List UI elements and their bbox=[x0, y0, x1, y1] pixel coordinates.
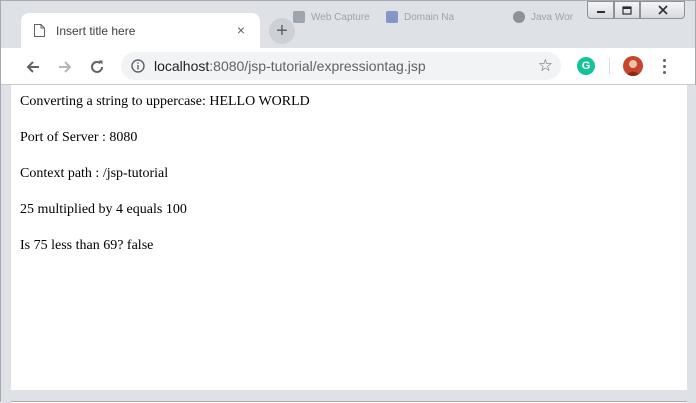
minimize-icon bbox=[596, 11, 605, 13]
tab-title: Insert title here bbox=[56, 24, 136, 38]
more-vert-icon[interactable] bbox=[658, 56, 670, 76]
background-tab[interactable]: Web Capture bbox=[293, 7, 373, 27]
browser-toolbar: localhost:8080/jsp-tutorial/expressionta… bbox=[1, 48, 695, 85]
close-window-button[interactable] bbox=[640, 1, 685, 19]
arrow-right-icon bbox=[59, 61, 72, 73]
url-host: localhost bbox=[154, 58, 210, 74]
url-path: :8080/jsp-tutorial/expressiontag.jsp bbox=[209, 58, 426, 74]
window-controls bbox=[587, 1, 685, 21]
background-tab-title: Domain Na bbox=[404, 11, 455, 23]
url-text[interactable]: localhost:8080/jsp-tutorial/expressionta… bbox=[154, 58, 426, 74]
window-frame-bottom bbox=[11, 390, 687, 396]
forward-button[interactable] bbox=[53, 55, 77, 79]
background-tab[interactable]: Domain Na bbox=[386, 7, 491, 27]
minimize-button[interactable] bbox=[587, 1, 614, 19]
tab-close-button[interactable]: × bbox=[232, 21, 250, 39]
info-icon[interactable] bbox=[131, 59, 145, 73]
output-line-uppercase: Converting a string to uppercase: HELLO … bbox=[20, 94, 310, 109]
window-frame-left bbox=[1, 85, 11, 403]
new-tab-button[interactable]: + bbox=[269, 18, 295, 44]
reload-icon bbox=[91, 60, 103, 73]
arrow-left-icon bbox=[26, 61, 39, 73]
back-button[interactable] bbox=[21, 55, 45, 79]
tab-favicon-icon bbox=[513, 11, 525, 23]
avatar[interactable] bbox=[623, 56, 643, 76]
output-line-comparison: Is 75 less than 69? false bbox=[20, 238, 154, 253]
toolbar-separator bbox=[609, 58, 610, 74]
output-line-port: Port of Server : 8080 bbox=[20, 130, 138, 145]
reload-button[interactable] bbox=[85, 55, 109, 79]
output-line-context-path: Context path : /jsp-tutorial bbox=[20, 166, 169, 181]
browser-window: Web Capture Domain Na Java Wor Insert ti… bbox=[0, 0, 696, 403]
window-frame-right bbox=[687, 85, 696, 403]
profile-icon bbox=[626, 60, 640, 76]
background-tab-title: Java Wor bbox=[531, 11, 574, 23]
restore-icon bbox=[622, 5, 632, 15]
document-icon bbox=[34, 24, 45, 37]
page-content: Converting a string to uppercase: HELLO … bbox=[11, 85, 687, 390]
tab-favicon-icon bbox=[386, 11, 398, 23]
grammarly-icon[interactable]: G bbox=[577, 57, 595, 75]
background-tab[interactable]: Java Wor bbox=[513, 7, 583, 27]
background-tab-title: Web Capture bbox=[311, 11, 370, 23]
close-icon bbox=[657, 5, 668, 15]
star-icon[interactable]: ☆ bbox=[538, 56, 553, 76]
maximize-button[interactable] bbox=[614, 1, 640, 19]
output-line-multiplication: 25 multiplied by 4 equals 100 bbox=[20, 202, 187, 217]
active-tab[interactable]: Insert title here × bbox=[21, 13, 260, 48]
tab-favicon-icon bbox=[293, 11, 305, 23]
address-bar[interactable]: localhost:8080/jsp-tutorial/expressionta… bbox=[121, 52, 561, 80]
